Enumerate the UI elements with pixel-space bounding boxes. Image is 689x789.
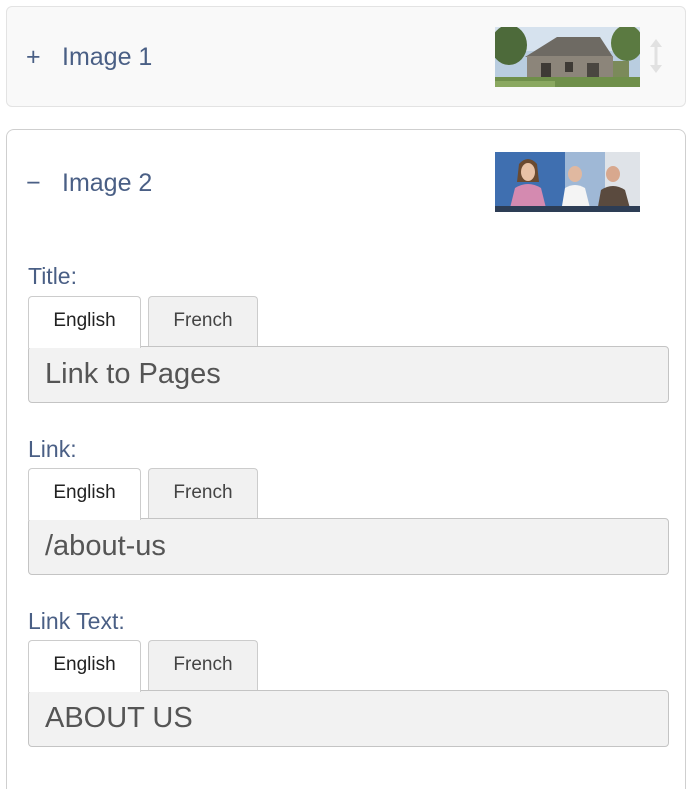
link-input[interactable]: /about-us bbox=[28, 518, 669, 575]
link-tab-english[interactable]: English bbox=[28, 468, 141, 520]
link-tab-french[interactable]: French bbox=[148, 468, 258, 518]
link-text-tab-french[interactable]: French bbox=[148, 640, 258, 690]
link-text-label: Link Text: bbox=[28, 608, 125, 634]
link-text-input[interactable]: ABOUT US bbox=[28, 690, 669, 747]
image-1-thumbnail bbox=[495, 27, 640, 87]
collapse-minus-icon[interactable]: − bbox=[26, 168, 41, 198]
image-item-1-title[interactable]: Image 1 bbox=[62, 42, 152, 72]
image-2-thumbnail bbox=[495, 152, 640, 212]
title-tab-french[interactable]: French bbox=[148, 296, 258, 346]
image-item-2-title[interactable]: Image 2 bbox=[62, 168, 152, 198]
title-input[interactable]: Link to Pages bbox=[28, 346, 669, 403]
drag-handle-icon[interactable] bbox=[646, 38, 666, 74]
title-label: Title: bbox=[28, 263, 77, 289]
link-text-tab-english[interactable]: English bbox=[28, 640, 141, 692]
link-label: Link: bbox=[28, 436, 77, 462]
title-tab-english[interactable]: English bbox=[28, 296, 141, 348]
expand-plus-icon[interactable]: + bbox=[26, 42, 41, 72]
